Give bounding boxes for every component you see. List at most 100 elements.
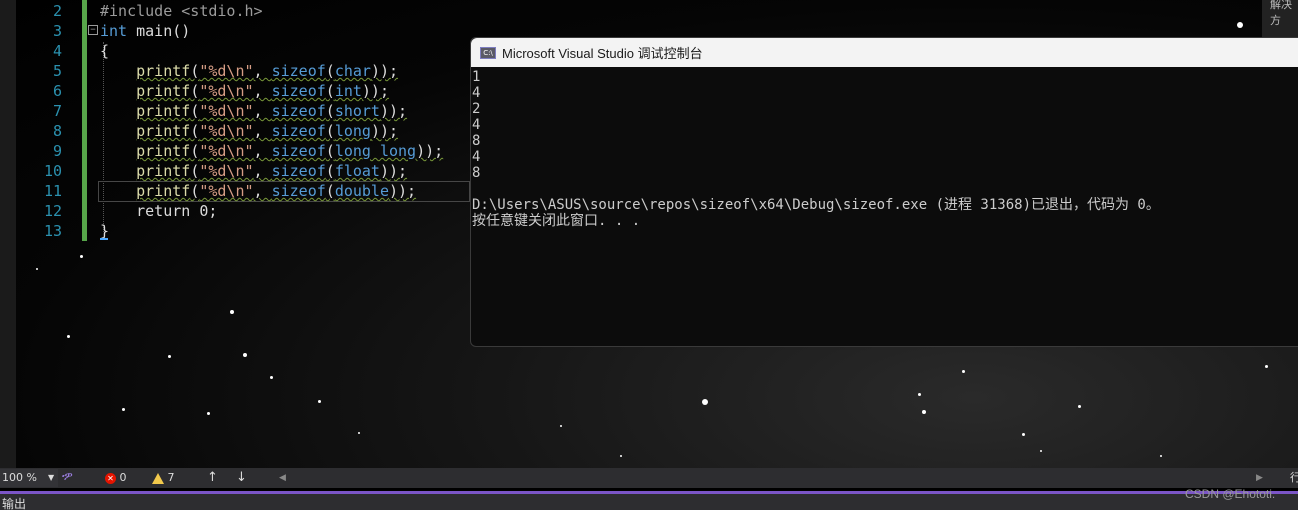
error-count: 0 (119, 471, 127, 484)
output-line: D:\Users\ASUS\source\repos\sizeof\x64\De… (472, 197, 1160, 213)
scroll-right-icon[interactable]: ▶ (1256, 471, 1263, 485)
zoom-dropdown[interactable]: 100 % ▼ (0, 469, 58, 487)
line-number: 7 (52, 102, 62, 120)
type-name: float (334, 162, 380, 180)
code-line-return: return 0; (100, 202, 218, 220)
console-title: Microsoft Visual Studio 调试控制台 (502, 46, 703, 61)
format-string: "%d\n" (199, 102, 254, 120)
format-string: "%d\n" (199, 162, 254, 180)
background-star (962, 370, 965, 373)
collapse-icon[interactable]: − (88, 25, 98, 35)
background-star (243, 353, 247, 357)
sizeof-keyword: sizeof (271, 182, 326, 200)
line-number: 6 (52, 82, 62, 100)
type-name: long long (334, 142, 417, 160)
background-star (918, 393, 921, 396)
close-parens: )); (361, 82, 389, 100)
editor-margin (0, 0, 16, 468)
background-star (702, 399, 708, 405)
arrow-down-icon[interactable]: ↓ (236, 471, 247, 485)
code-line-printf: printf("%d\n", sizeof(long long)); (100, 141, 443, 161)
printf-call: printf (136, 182, 191, 200)
paren: ( (325, 162, 335, 180)
intellicode-icon[interactable]: ዏ (62, 470, 73, 484)
paren: ( (325, 122, 335, 140)
paren: ( (325, 62, 335, 80)
paren: ( (325, 102, 335, 120)
code-line-printf: printf("%d\n", sizeof(double)); (100, 181, 416, 201)
paren: ( (190, 122, 200, 140)
paren: ( (190, 182, 200, 200)
line-number: 9 (52, 142, 62, 160)
type-name: int (334, 82, 362, 100)
zoom-level: 100 % (2, 471, 37, 484)
line-indicator: 行 (1290, 471, 1298, 484)
printf-call: printf (136, 82, 191, 100)
type-name: short (334, 102, 380, 120)
output-line: 4 (472, 149, 481, 165)
paren: ( (325, 182, 335, 200)
format-string: "%d\n" (199, 142, 254, 160)
code-editor[interactable]: 2 3 4 5 6 7 8 9 10 11 12 13 − #include <… (0, 0, 1298, 468)
line-number: 2 (52, 2, 62, 20)
console-titlebar[interactable]: C:\ Microsoft Visual Studio 调试控制台 (471, 38, 1298, 67)
format-string: "%d\n" (199, 62, 254, 80)
type-name: double (334, 182, 389, 200)
paren: ( (190, 62, 200, 80)
background-star (922, 410, 926, 414)
code-line-printf: printf("%d\n", sizeof(int)); (100, 81, 389, 101)
line-number: 8 (52, 122, 62, 140)
paren: ( (190, 142, 200, 160)
close-parens: )); (370, 122, 399, 140)
sizeof-keyword: sizeof (271, 102, 326, 120)
code-line-open-brace: { (100, 42, 110, 60)
warning-icon (152, 472, 164, 484)
output-line: 4 (472, 85, 481, 101)
console-app-icon: C:\ (480, 46, 496, 59)
line-number: 10 (43, 162, 62, 180)
background-star (67, 335, 70, 338)
sizeof-keyword: sizeof (271, 62, 326, 80)
output-line: 2 (472, 101, 481, 117)
line-number: 4 (52, 42, 62, 60)
console-output[interactable]: 1 4 2 4 8 4 8 D:\Users\ASUS\source\repos… (471, 67, 1298, 229)
arrow-up-icon[interactable]: ↑ (207, 471, 218, 485)
comma: , (253, 122, 272, 140)
solution-explorer-tab[interactable]: 解决方 (1270, 0, 1298, 28)
code-line-printf: printf("%d\n", sizeof(short)); (100, 101, 407, 121)
background-star (207, 412, 210, 415)
code-line-printf: printf("%d\n", sizeof(float)); (100, 161, 407, 181)
keyword-int: int (100, 22, 128, 40)
line-number: 11 (43, 182, 62, 200)
background-star (1040, 450, 1042, 452)
text-cursor (100, 238, 108, 240)
paren: ( (325, 82, 335, 100)
comma: , (253, 162, 272, 180)
paren: ( (190, 162, 200, 180)
output-line: 8 (472, 165, 481, 181)
scroll-left-icon[interactable]: ◀ (279, 471, 286, 485)
main-signature: main() (127, 22, 191, 40)
background-star (620, 455, 622, 457)
background-star (270, 376, 273, 379)
close-parens: )); (370, 62, 399, 80)
line-number: 3 (52, 22, 62, 40)
comma: , (253, 62, 272, 80)
warning-count-button[interactable]: 7 (152, 471, 175, 485)
output-line: 4 (472, 117, 481, 133)
chevron-down-icon: ▼ (48, 473, 55, 482)
background-star (358, 432, 360, 434)
background-star (168, 355, 171, 358)
error-count-button[interactable]: ✕ 0 (105, 471, 127, 485)
debug-console-window[interactable]: C:\ Microsoft Visual Studio 调试控制台 1 4 2 … (470, 37, 1298, 347)
paren: ( (190, 82, 200, 100)
close-parens: )); (379, 162, 408, 180)
sizeof-keyword: sizeof (271, 82, 326, 100)
format-string: "%d\n" (199, 82, 254, 100)
sizeof-keyword: sizeof (271, 162, 326, 180)
comma: , (253, 102, 272, 120)
output-panel-header[interactable]: 输出 (0, 494, 1298, 510)
comma: , (253, 182, 272, 200)
comma: , (253, 82, 272, 100)
